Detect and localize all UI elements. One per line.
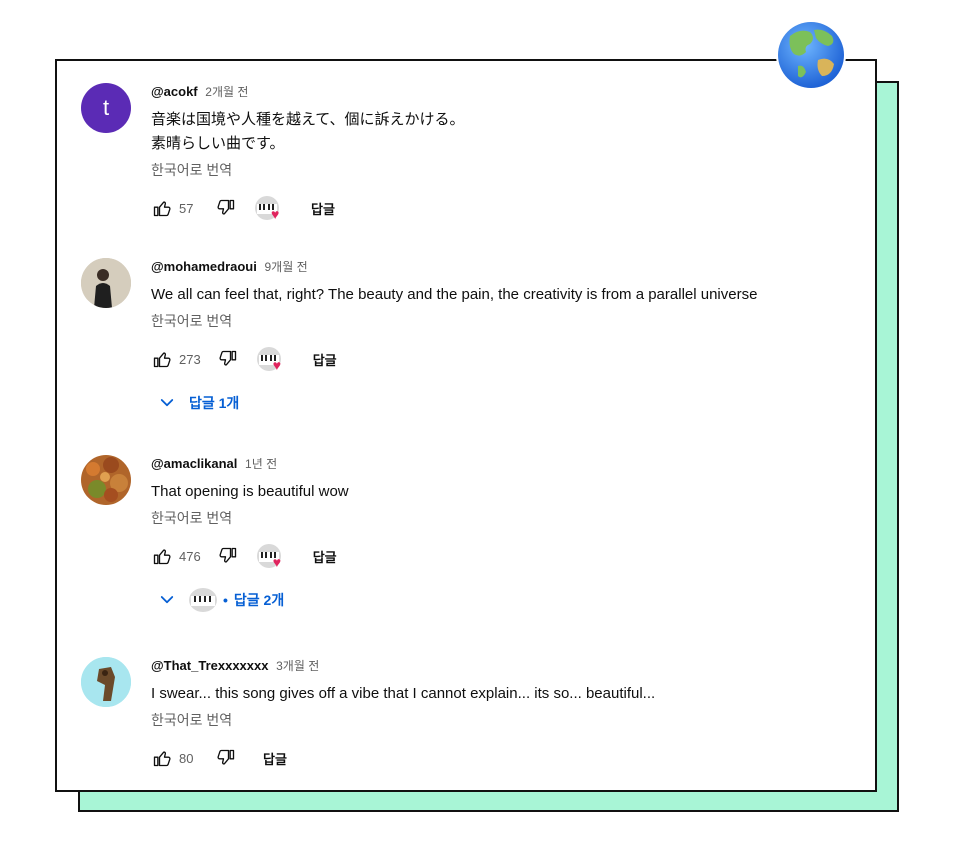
translate-link[interactable]: 한국어로 번역 <box>151 710 871 730</box>
avatar[interactable] <box>81 657 131 707</box>
translate-link[interactable]: 한국어로 번역 <box>151 508 871 528</box>
like-count: 80 <box>179 750 194 766</box>
avatar[interactable]: t <box>81 83 131 133</box>
like-count: 273 <box>179 351 201 367</box>
view-replies-button[interactable]: • 답글 2개 <box>151 588 871 612</box>
replies-count-label: 답글 2개 <box>233 592 285 608</box>
comment-text: We all can feel that, right? The beauty … <box>151 283 871 307</box>
thumb-down-icon[interactable] <box>215 747 237 769</box>
thumb-up-icon[interactable] <box>151 348 173 370</box>
comment-actions: 57 ♥ 답글 <box>151 196 871 222</box>
heart-icon: ♥ <box>271 206 280 222</box>
thumb-down-icon[interactable] <box>215 197 237 219</box>
separator-dot: • <box>223 592 228 608</box>
creator-heart: ♥ <box>256 544 287 570</box>
translate-link[interactable]: 한국어로 번역 <box>151 160 871 180</box>
comment-text-line: 音楽は国境や人種を越えて、個に訴えかける。 <box>151 111 465 128</box>
comment-time[interactable]: 1년 전 <box>245 457 277 471</box>
reply-button[interactable]: 답글 <box>311 199 335 218</box>
comment-text-line: That opening is beautiful wow <box>151 483 349 500</box>
globe-icon <box>776 20 846 90</box>
replies-count-label: 답글 1개 <box>189 395 240 411</box>
comment-text-line: I swear... this song gives off a vibe th… <box>151 685 656 702</box>
thumb-down-icon[interactable] <box>217 545 239 567</box>
reply-button[interactable]: 답글 <box>263 749 287 768</box>
like-count: 476 <box>179 548 201 564</box>
chevron-down-icon <box>155 391 179 415</box>
thumb-up-icon[interactable] <box>151 747 173 769</box>
comment-text-line: 素晴らしい曲です。 <box>151 135 285 152</box>
avatar[interactable] <box>81 258 131 308</box>
creator-heart: ♥ <box>256 347 287 373</box>
comment-author[interactable]: @That_Trexxxxxxx <box>151 658 268 673</box>
reply-button[interactable]: 답글 <box>313 547 337 566</box>
thumb-down-icon[interactable] <box>217 348 239 370</box>
comment-time[interactable]: 3개월 전 <box>276 659 319 673</box>
comment-time[interactable]: 2개월 전 <box>205 85 248 99</box>
view-replies-button[interactable]: 답글 1개 <box>151 391 871 415</box>
comments-card: t @acokf 2개월 전 音楽は国境や人種を越えて、個に訴えかける。 素晴ら… <box>55 59 877 792</box>
like-count: 57 <box>179 200 194 216</box>
comment-text: That opening is beautiful wow <box>151 480 871 504</box>
chevron-down-icon <box>155 588 179 612</box>
heart-icon: ♥ <box>272 554 282 570</box>
reply-button[interactable]: 답글 <box>313 350 337 369</box>
avatar[interactable] <box>81 455 131 505</box>
thumb-up-icon[interactable] <box>151 545 173 567</box>
translate-link[interactable]: 한국어로 번역 <box>151 311 871 331</box>
comment-author[interactable]: @mohamedraoui <box>151 259 257 274</box>
thumb-up-icon[interactable] <box>151 197 173 219</box>
comment-author[interactable]: @amaclikanal <box>151 456 237 471</box>
comment-author[interactable]: @acokf <box>151 84 198 99</box>
heart-icon: ♥ <box>272 357 282 373</box>
comment-actions: 476 ♥ 답글 <box>151 544 871 570</box>
avatar-letter: t <box>102 95 110 120</box>
creator-heart: ♥ <box>255 196 285 222</box>
comment-time[interactable]: 9개월 전 <box>265 260 308 274</box>
comment-text: 音楽は国境や人種を越えて、個に訴えかける。 素晴らしい曲です。 <box>151 108 871 156</box>
piano-avatar-icon <box>189 588 217 612</box>
comment-text-line: We all can feel that, right? The beauty … <box>151 286 758 303</box>
comment-actions: 273 ♥ 답글 <box>151 347 871 373</box>
comment-actions: 80 답글 <box>151 746 871 770</box>
comment-text: I swear... this song gives off a vibe th… <box>151 682 871 706</box>
